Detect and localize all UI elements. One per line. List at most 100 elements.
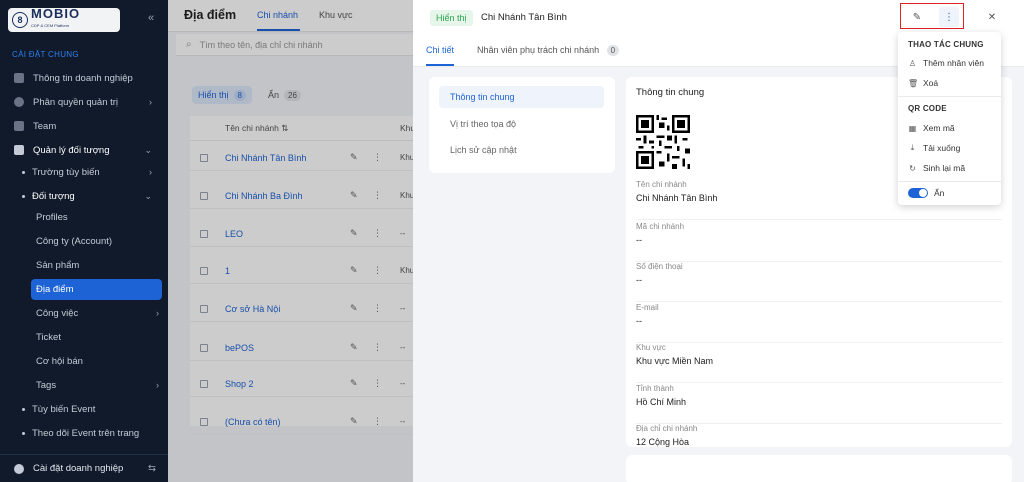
collapse-sidebar-icon[interactable]: « [148, 12, 154, 24]
more-icon[interactable]: ⋮ [373, 228, 382, 239]
sidebar-item-tasks[interactable]: Công việc › [0, 303, 168, 323]
row-checkbox[interactable] [200, 380, 208, 388]
row-checkbox[interactable] [200, 154, 208, 162]
sidebar-item-objects[interactable]: Đối tượng ⌄ [0, 186, 168, 206]
building-icon [14, 73, 24, 83]
status-badge: Hiển thị [430, 10, 473, 26]
table-row[interactable]: Chi Nhánh Ba Đình ✎ ⋮ Khu [190, 184, 414, 209]
edit-icon[interactable]: ✎ [350, 303, 362, 315]
logo[interactable]: 8 MOBIO CDP & CEM Platform [8, 7, 120, 32]
edit-icon[interactable]: ✎ [350, 416, 362, 428]
sidebar-item-products[interactable]: Sản phẩm [0, 255, 168, 275]
section-nav: Thông tin chung Vị trí theo tọa độ Lịch … [429, 77, 615, 173]
trash-icon: 🗑 [908, 78, 919, 88]
sidebar-item-track-event[interactable]: Theo dõi Event trên trang [0, 423, 168, 443]
nav-coordinates[interactable]: Vị trí theo tọa độ [439, 113, 604, 135]
more-icon[interactable]: ⋮ [373, 190, 382, 201]
edit-icon[interactable]: ✎ [350, 265, 362, 277]
row-checkbox[interactable] [200, 344, 208, 352]
row-name-link[interactable]: bePOS [225, 343, 254, 353]
sidebar-item-custom-fields[interactable]: Trường tùy biến › [0, 162, 168, 182]
row-checkbox[interactable] [200, 192, 208, 200]
close-button[interactable]: ✕ [982, 7, 1002, 27]
table-row[interactable]: Cơ sở Hà Nội ✎ ⋮ -- [190, 297, 413, 322]
hide-toggle[interactable]: Ẩn [908, 188, 944, 198]
edit-icon[interactable]: ✎ [350, 152, 362, 164]
sidebar-item-locations[interactable]: Địa điểm [0, 279, 168, 299]
table-row[interactable]: Shop 2 ✎ ⋮ -- [190, 372, 413, 397]
section-title: CÀI ĐẶT CHUNG [12, 50, 79, 59]
field-branch-code: Mã chi nhánh -- [636, 222, 1002, 262]
row-name-link[interactable]: Chi Nhánh Ba Đình [225, 191, 303, 201]
branch-table: Tên chi nhánh ⇅ Khu Chi Nhánh Tân Bình ✎ ⋮… [190, 116, 415, 435]
table-row[interactable]: LEO ✎ ⋮ -- [190, 222, 413, 247]
more-icon[interactable]: ⋮ [373, 342, 382, 353]
tab-details[interactable]: Chi tiết [426, 45, 454, 55]
chevron-right-icon: › [156, 380, 159, 390]
qr-code-image [636, 115, 690, 169]
sidebar: 8 MOBIO CDP & CEM Platform « CÀI ĐẶT CHUN… [0, 0, 168, 482]
close-icon: ✕ [987, 11, 997, 23]
database-icon [14, 145, 24, 155]
nav-history[interactable]: Lịch sử cập nhật [439, 139, 604, 161]
sidebar-item-object-management[interactable]: Quản lý đối tượng ⌄ [0, 140, 168, 160]
nav-general-info[interactable]: Thông tin chung [439, 86, 604, 108]
logo-subtitle: CDP & CEM Platform [31, 23, 70, 28]
search-bar[interactable]: ⌕ Tìm theo tên, địa chỉ chi nhánh [176, 34, 413, 56]
row-checkbox[interactable] [200, 267, 208, 275]
table-row[interactable]: 1 ✎ ⋮ Khu [190, 259, 414, 284]
row-checkbox[interactable] [200, 418, 208, 426]
sidebar-item-team[interactable]: Team [0, 116, 168, 136]
sidebar-item-tags[interactable]: Tags › [0, 375, 168, 395]
sidebar-item-profiles[interactable]: Profiles [0, 207, 168, 227]
more-icon[interactable]: ⋮ [373, 265, 382, 276]
tab-staff[interactable]: Nhân viên phụ trách chi nhánh 0 [477, 45, 620, 56]
chevron-right-icon: › [149, 97, 152, 107]
business-settings-button[interactable]: Cài đặt doanh nghiệp ⇆ [0, 454, 168, 482]
edit-icon[interactable]: ✎ [350, 228, 362, 240]
more-icon[interactable]: ⋮ [373, 303, 382, 314]
row-name-link[interactable]: (Chưa có tên) [225, 417, 281, 427]
sidebar-item-custom-event[interactable]: Tùy biến Event [0, 399, 168, 419]
row-checkbox[interactable] [200, 305, 208, 313]
table-row[interactable]: Chi Nhánh Tân Bình ✎ ⋮ Khu [190, 146, 414, 171]
more-icon[interactable]: ⋮ [373, 378, 382, 389]
menu-item-download[interactable]: ⤓ Tải xuống [908, 143, 961, 153]
qr-icon: ▦ [908, 123, 917, 133]
column-name-header[interactable]: Tên chi nhánh ⇅ [225, 123, 288, 134]
field-phone: Số điện thoại -- [636, 262, 1002, 302]
edit-icon[interactable]: ✎ [350, 378, 362, 390]
filter-shown[interactable]: Hiển thị 8 [192, 86, 252, 104]
row-name-link[interactable]: LEO [225, 229, 243, 239]
row-name-link[interactable]: 1 [225, 266, 230, 276]
sidebar-item-business-info[interactable]: Thông tin doanh nghiệp [0, 68, 168, 88]
row-name-link[interactable]: Chi Nhánh Tân Bình [225, 153, 306, 163]
table-row[interactable]: bePOS ✎ ⋮ -- [190, 336, 413, 361]
filter-hidden[interactable]: Ẩn 26 [262, 86, 307, 104]
table-row[interactable]: (Chưa có tên) ✎ ⋮ -- [190, 410, 413, 435]
toggle-switch[interactable] [908, 188, 928, 198]
sidebar-item-ticket[interactable]: Ticket [0, 327, 168, 347]
menu-item-view-code[interactable]: ▦ Xem mã [908, 123, 955, 133]
tab-areas[interactable]: Khu vực [319, 10, 353, 20]
row-name-link[interactable]: Cơ sở Hà Nội [225, 304, 280, 314]
more-icon[interactable]: ⋮ [373, 416, 382, 427]
menu-item-regenerate[interactable]: ↻ Sinh lại mã [908, 163, 965, 173]
edit-icon[interactable]: ✎ [350, 190, 362, 202]
row-name-link[interactable]: Shop 2 [225, 379, 254, 389]
tab-branches[interactable]: Chi nhánh [257, 10, 298, 20]
search-input[interactable]: Tìm theo tên, địa chỉ chi nhánh [200, 40, 323, 50]
sidebar-item-opportunities[interactable]: Cơ hội bán [0, 351, 168, 371]
sidebar-item-permissions[interactable]: Phân quyền quản trị › [0, 92, 168, 112]
page-title: Địa điểm [184, 8, 237, 22]
switch-icon[interactable]: ⇆ [148, 463, 156, 474]
more-icon[interactable]: ⋮ [373, 152, 382, 163]
field-area: Khu vực Khu vực Miền Nam [636, 343, 1002, 383]
row-checkbox[interactable] [200, 230, 208, 238]
field-email: E-mail -- [636, 303, 1002, 343]
highlight-box [900, 3, 964, 29]
menu-item-delete[interactable]: 🗑 Xoá [908, 78, 938, 88]
menu-item-add-staff[interactable]: ♙ Thêm nhân viên [908, 58, 984, 68]
sidebar-item-account[interactable]: Công ty (Account) [0, 231, 168, 251]
edit-icon[interactable]: ✎ [350, 342, 362, 354]
